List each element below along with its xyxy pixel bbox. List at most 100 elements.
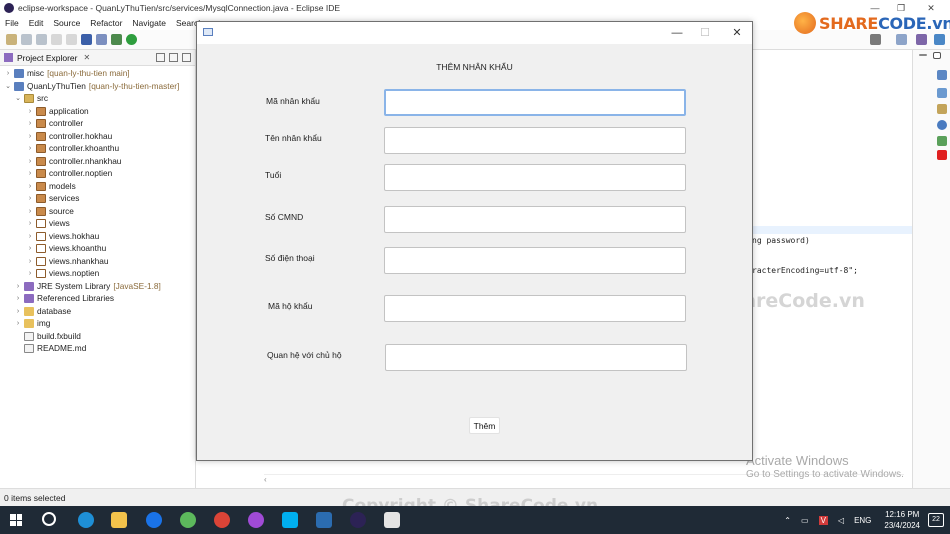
age-input[interactable]	[384, 164, 686, 191]
chevron-right-icon[interactable]: ›	[26, 170, 34, 177]
save-all-icon[interactable]	[36, 34, 47, 45]
vpn-icon[interactable]: V	[818, 515, 828, 525]
project-explorer-tab[interactable]: Project Explorer ✕	[0, 50, 195, 66]
tree-item[interactable]: › database	[14, 305, 71, 318]
app-icon[interactable]	[180, 512, 196, 528]
chevron-right-icon[interactable]: ›	[14, 283, 22, 290]
chevron-right-icon[interactable]: ›	[26, 158, 34, 165]
chevron-right-icon[interactable]: ›	[14, 295, 22, 302]
outline-icon[interactable]	[937, 70, 947, 80]
tree-item[interactable]: › views.hokhau	[26, 230, 99, 243]
tree-item[interactable]: ⌄ QuanLyThuTien [quan-ly-thu-tien-master…	[4, 80, 179, 93]
tree-item[interactable]: › views.noptien	[26, 267, 99, 280]
tree-item[interactable]: › models	[26, 180, 76, 193]
java-perspective-icon[interactable]	[916, 34, 927, 45]
problems-icon[interactable]	[937, 104, 947, 114]
menu-navigate[interactable]: Navigate	[127, 18, 171, 28]
tree-item[interactable]: › Referenced Libraries	[14, 292, 114, 305]
console-icon[interactable]	[937, 136, 947, 146]
chevron-right-icon[interactable]: ›	[26, 195, 34, 202]
search-icon[interactable]	[870, 34, 881, 45]
menu-edit[interactable]: Edit	[24, 18, 49, 28]
maximize-view-icon[interactable]	[933, 52, 941, 59]
new-icon[interactable]	[6, 34, 17, 45]
resident-id-input[interactable]	[384, 89, 686, 116]
tree-item[interactable]: › controller.khoanthu	[26, 142, 119, 155]
chevron-right-icon[interactable]: ›	[26, 145, 34, 152]
tree-item[interactable]: › controller.nhankhau	[26, 155, 122, 168]
menu-refactor[interactable]: Refactor	[85, 18, 127, 28]
link-editor-icon[interactable]	[169, 53, 178, 62]
resident-name-input[interactable]	[384, 127, 686, 154]
debug-icon[interactable]	[111, 34, 122, 45]
save-icon[interactable]	[21, 34, 32, 45]
undo-icon[interactable]	[51, 34, 62, 45]
chevron-right-icon[interactable]: ›	[26, 245, 34, 252]
redo-icon[interactable]	[66, 34, 77, 45]
chevron-right-icon[interactable]: ›	[26, 120, 34, 127]
tree-item[interactable]: README.md	[22, 342, 86, 355]
chevron-right-icon[interactable]: ›	[26, 270, 34, 277]
notification-badge[interactable]: 22	[928, 513, 944, 527]
tree-item[interactable]: build.fxbuild	[22, 330, 81, 343]
tree-item[interactable]: › views.nhankhau	[26, 255, 109, 268]
chevron-right-icon[interactable]: ›	[26, 133, 34, 140]
network-icon[interactable]: ▭	[801, 516, 809, 525]
chevron-right-icon[interactable]: ›	[26, 183, 34, 190]
chrome-icon[interactable]	[214, 512, 230, 528]
chevron-right-icon[interactable]: ›	[14, 308, 22, 315]
chevron-right-icon[interactable]: ›	[26, 233, 34, 240]
vscode-icon[interactable]	[316, 512, 332, 528]
tree-item[interactable]: ⌄ src	[14, 92, 48, 105]
dialog-close-button[interactable]: ✕	[721, 22, 753, 44]
skip-breakpoints-icon[interactable]	[96, 34, 107, 45]
minimize-view-icon[interactable]	[919, 54, 927, 56]
tree-item[interactable]: › views	[26, 217, 70, 230]
relationship-input[interactable]	[385, 344, 687, 371]
tree-item[interactable]: › controller.hokhau	[26, 130, 112, 143]
search-icon[interactable]	[42, 512, 56, 526]
collapse-all-icon[interactable]	[156, 53, 165, 62]
perspective-icon[interactable]	[896, 34, 907, 45]
view-menu-icon[interactable]	[182, 53, 191, 62]
messenger-icon[interactable]	[248, 512, 264, 528]
javadoc-icon[interactable]	[937, 120, 947, 130]
household-id-input[interactable]	[384, 295, 686, 322]
chevron-right-icon[interactable]: ›	[14, 320, 22, 327]
debug-perspective-icon[interactable]	[934, 34, 945, 45]
phone-input[interactable]	[384, 247, 686, 274]
clock[interactable]: 12:16 PM 23/4/2024	[884, 509, 920, 531]
chevron-down-icon[interactable]: ⌄	[4, 82, 12, 90]
java-app-icon[interactable]	[384, 512, 400, 528]
tree-item[interactable]: › img	[14, 317, 51, 330]
tree-item[interactable]: › JRE System Library [JavaSE-1.8]	[14, 280, 161, 293]
chevron-right-icon[interactable]: ›	[4, 70, 12, 77]
dialog-maximize-button[interactable]: ☐	[689, 22, 721, 44]
menu-source[interactable]: Source	[48, 18, 85, 28]
eclipse-taskbar-icon[interactable]	[350, 512, 366, 528]
close-tab-icon[interactable]: ✕	[83, 53, 90, 62]
terminal-icon[interactable]	[81, 34, 92, 45]
menu-file[interactable]: File	[0, 18, 24, 28]
chevron-right-icon[interactable]: ›	[26, 108, 34, 115]
language-indicator[interactable]: ENG	[854, 516, 871, 525]
tree-item[interactable]: › views.khoanthu	[26, 242, 106, 255]
chevron-right-icon[interactable]: ›	[26, 258, 34, 265]
tree-item[interactable]: › misc [quan-ly-thu-tien main]	[4, 67, 130, 80]
edge-icon[interactable]	[78, 512, 94, 528]
tree-item[interactable]: › controller.noptien	[26, 167, 112, 180]
skype-icon[interactable]	[282, 512, 298, 528]
tree-item[interactable]: › application	[26, 105, 89, 118]
add-button[interactable]: Thêm	[469, 417, 500, 434]
file-explorer-icon[interactable]	[111, 512, 127, 528]
tree-item[interactable]: › services	[26, 192, 80, 205]
id-card-input[interactable]	[384, 206, 686, 233]
chevron-right-icon[interactable]: ›	[26, 208, 34, 215]
volume-icon[interactable]: ◁	[838, 516, 844, 525]
chevron-down-icon[interactable]: ⌄	[14, 94, 22, 102]
task-list-icon[interactable]	[937, 88, 947, 98]
tree-item[interactable]: › controller	[26, 117, 83, 130]
zalo-icon[interactable]	[146, 512, 162, 528]
chevron-right-icon[interactable]: ›	[26, 220, 34, 227]
start-button[interactable]	[10, 514, 22, 526]
